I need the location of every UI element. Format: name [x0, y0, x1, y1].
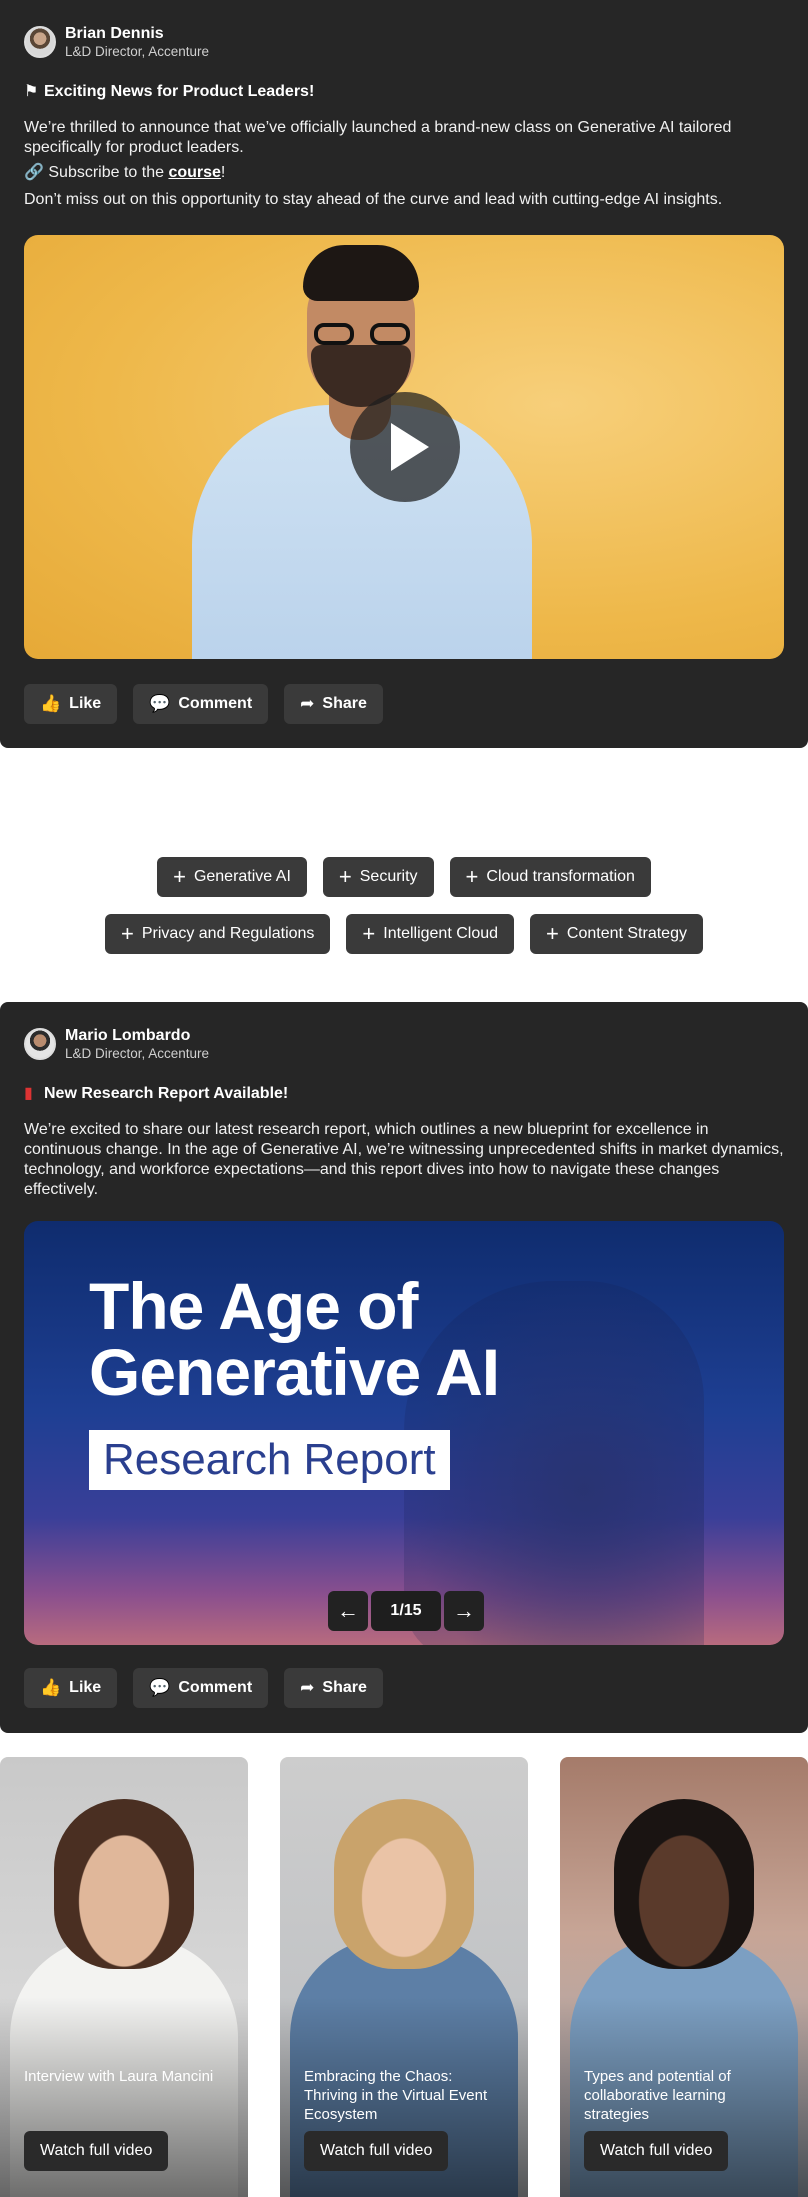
video-card[interactable]: Types and potential of collaborative lea… — [560, 1757, 808, 2197]
post-actions: 👍 Like 💬 Comment ➦ Share — [24, 684, 399, 724]
video-card[interactable]: Embracing the Chaos: Thriving in the Vir… — [280, 1757, 528, 2197]
play-icon[interactable] — [350, 392, 460, 502]
topic-chip[interactable]: + Security — [322, 857, 434, 897]
video-title: Interview with Laura Mancini — [24, 2068, 214, 2085]
topic-chip[interactable]: + Content Strategy — [530, 914, 703, 954]
plus-icon: + — [338, 864, 352, 889]
comment-icon: 💬 — [149, 694, 171, 713]
plus-icon: + — [546, 921, 559, 946]
share-button[interactable]: ➦ Share — [284, 1668, 383, 1708]
share-icon: ➦ — [300, 1678, 315, 1697]
comment-button[interactable]: 💬 Comment — [133, 684, 269, 724]
share-icon: ➦ — [300, 694, 315, 713]
author-role: L&D Director, Accenture — [65, 44, 210, 59]
video-card[interactable]: Interview with Laura Mancini Watch full … — [0, 1757, 248, 2197]
topic-chips-row: + Privacy and Regulations + Intelligent Cl… — [0, 914, 808, 954]
subscribe-line: 🔗 Subscribe to the course! — [24, 164, 226, 181]
thumbs-up-icon: 👍 — [40, 1678, 62, 1697]
like-button[interactable]: 👍 Like — [24, 1668, 118, 1708]
video-title: Types and potential of collaborative lea… — [584, 2068, 731, 2123]
comment-button[interactable]: 💬 Comment — [133, 1668, 269, 1708]
post-card: Brian Dennis L&D Director, Accenture ⚑ Ex… — [0, 0, 808, 748]
post-paragraph: Don’t miss out on this opportunity to st… — [24, 191, 723, 208]
comment-icon: 💬 — [149, 1678, 171, 1697]
author-name[interactable]: Brian Dennis — [65, 24, 209, 43]
post-headline: ▮ New Research Report Available! — [24, 1085, 289, 1102]
post-author: Brian Dennis L&D Director, Accenture — [24, 24, 209, 60]
watch-video-button[interactable]: Watch full video — [24, 2131, 169, 2171]
course-link[interactable]: course — [168, 164, 220, 181]
thumbs-up-icon: 👍 — [40, 694, 62, 713]
watch-video-button[interactable]: Watch full video — [584, 2131, 729, 2171]
share-button[interactable]: ➦ Share — [284, 684, 383, 724]
topic-chip[interactable]: + Generative AI — [157, 857, 307, 897]
post-author: Mario Lombardo L&D Director, Accenture — [24, 1026, 209, 1062]
plus-icon: + — [173, 864, 186, 889]
slide-subtitle: Research Report — [89, 1430, 450, 1490]
post-actions: 👍 Like 💬 Comment ➦ Share — [24, 1668, 399, 1708]
topic-chip[interactable]: + Privacy and Regulations — [105, 914, 331, 954]
topic-chips-row: + Generative AI + Security + Cloud transfor… — [0, 857, 808, 897]
plus-icon: + — [121, 921, 134, 946]
video-player[interactable] — [24, 235, 784, 659]
avatar[interactable] — [24, 26, 56, 58]
plus-icon: + — [362, 921, 376, 946]
flag-icon: ⚑ — [24, 83, 39, 100]
author-name[interactable]: Mario Lombardo — [65, 1026, 209, 1045]
author-role: L&D Director, Accenture — [65, 1046, 210, 1061]
page-counter: 1/15 — [371, 1591, 441, 1631]
topic-chip[interactable]: + Cloud transformation — [449, 857, 651, 897]
video-title: Embracing the Chaos: Thriving in the Vir… — [304, 2068, 488, 2123]
slide-title: The Age of Generative AI — [89, 1269, 500, 1409]
post-headline: ⚑ Exciting News for Product Leaders! — [24, 83, 315, 100]
post-paragraph: We’re thrilled to announce that we’ve of… — [24, 119, 732, 156]
avatar[interactable] — [24, 1028, 56, 1060]
link-icon: 🔗 — [24, 164, 44, 181]
book-icon: ▮ — [24, 1085, 33, 1102]
topic-chip[interactable]: + Intelligent Cloud — [346, 914, 515, 954]
report-carousel[interactable]: The Age of Generative AI Research Report… — [24, 1221, 784, 1645]
plus-icon: + — [465, 864, 479, 889]
carousel-pager: ← 1/15 → — [328, 1591, 484, 1631]
arrow-left-icon[interactable]: ← — [328, 1591, 368, 1631]
arrow-right-icon[interactable]: → — [444, 1591, 484, 1631]
post-paragraph: We’re excited to share our latest resear… — [24, 1121, 784, 1198]
like-button[interactable]: 👍 Like — [24, 684, 118, 724]
watch-video-button[interactable]: Watch full video — [304, 2131, 449, 2171]
